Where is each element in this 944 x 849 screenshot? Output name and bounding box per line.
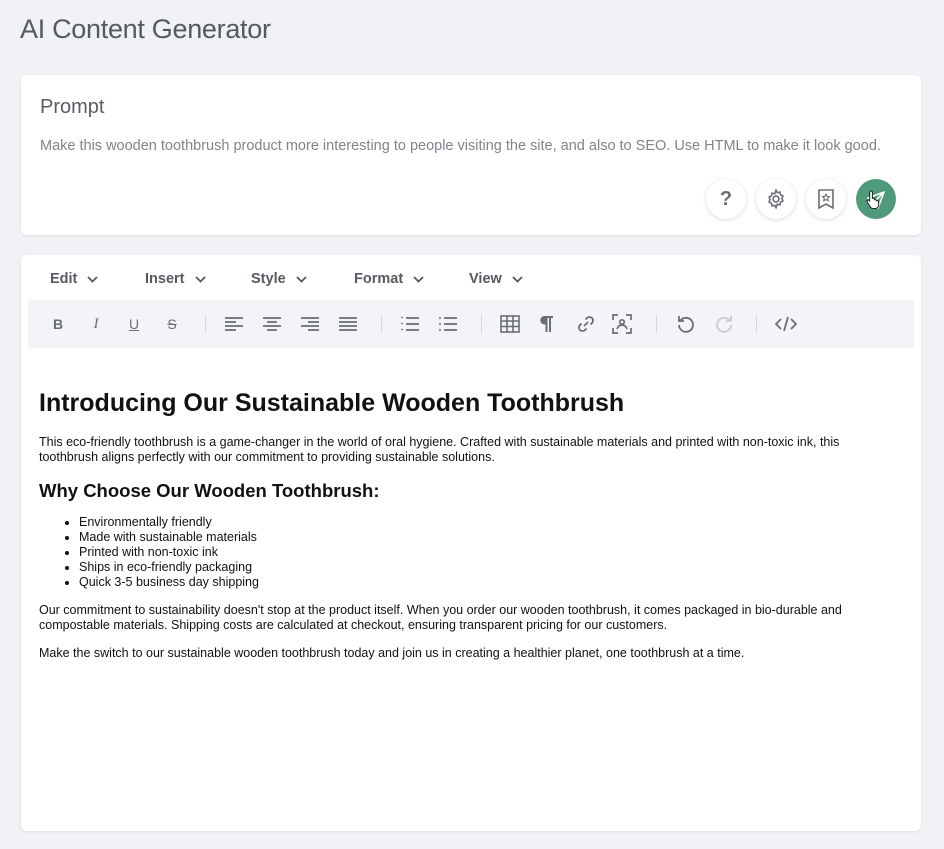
link-button[interactable]: [574, 312, 598, 336]
numbered-list-icon: [401, 316, 419, 331]
align-left-button[interactable]: [222, 312, 246, 336]
content-intro: This eco-friendly toothbrush is a game-c…: [39, 435, 840, 464]
list-item: Quick 3-5 business day shipping: [79, 575, 899, 590]
prompt-label: Prompt: [40, 96, 105, 118]
numbered-list-button[interactable]: [398, 312, 422, 336]
strikethrough-icon: S: [167, 316, 177, 332]
menu-view-label: View: [469, 271, 502, 287]
align-justify-button[interactable]: [336, 312, 360, 336]
page-title: AI Content Generator: [20, 14, 271, 44]
content-paragraph: Make the switch to our sustainable woode…: [39, 646, 745, 660]
menu-style[interactable]: Style: [251, 271, 307, 287]
bold-button[interactable]: B: [46, 312, 70, 336]
undo-icon: [678, 316, 694, 333]
italic-button[interactable]: I: [84, 312, 108, 336]
paragraph-icon: [540, 316, 553, 332]
list-item: Ships in eco-friendly packaging: [79, 560, 899, 575]
redo-icon: [716, 316, 732, 333]
settings-button[interactable]: [756, 179, 796, 219]
table-button[interactable]: [498, 312, 522, 336]
menu-insert[interactable]: Insert: [145, 271, 206, 287]
settings-icon: [768, 188, 784, 210]
chevron-down-icon: [413, 275, 424, 283]
underline-icon: U: [128, 316, 140, 332]
chevron-down-icon: [296, 275, 307, 283]
menu-view[interactable]: View: [469, 271, 523, 287]
content-heading: Introducing Our Sustainable Wooden Tooth…: [39, 389, 625, 417]
image-icon: [612, 314, 632, 334]
undo-button[interactable]: [674, 312, 698, 336]
help-icon: ?: [719, 187, 733, 210]
list-item: Environmentally friendly: [79, 515, 899, 530]
chevron-down-icon: [512, 275, 523, 283]
align-justify-icon: [339, 317, 357, 331]
toolbar-divider: [381, 315, 382, 333]
list-item: Printed with non-toxic ink: [79, 545, 899, 560]
align-right-button[interactable]: [298, 312, 322, 336]
chevron-down-icon: [87, 275, 99, 283]
bold-icon: B: [52, 316, 64, 332]
toolbar-divider: [205, 315, 206, 333]
list-item: Made with sustainable materials: [79, 530, 899, 545]
bullet-list-icon: [439, 317, 457, 331]
align-left-icon: [225, 317, 243, 331]
toolbar-divider: [756, 315, 757, 333]
editor-content[interactable]: Introducing Our Sustainable Wooden Tooth…: [39, 388, 899, 674]
paragraph-button[interactable]: [534, 312, 558, 336]
menu-insert-label: Insert: [145, 271, 185, 287]
send-button[interactable]: [856, 179, 896, 219]
editor-card: Edit Insert Style Format View B I U S In…: [21, 255, 921, 831]
content-subheading: Why Choose Our Wooden Toothbrush:: [39, 480, 380, 501]
help-button[interactable]: ?: [706, 179, 746, 219]
prompt-input[interactable]: Make this wooden toothbrush product more…: [40, 137, 900, 155]
feature-list: Environmentally friendly Made with susta…: [79, 515, 899, 590]
italic-icon: I: [93, 315, 99, 332]
cursor-hand-icon: [866, 190, 880, 209]
image-button[interactable]: [610, 312, 634, 336]
align-center-icon: [263, 317, 281, 331]
editor-toolbar: B I U S: [28, 300, 914, 348]
redo-button[interactable]: [712, 312, 736, 336]
link-icon: [578, 316, 594, 332]
toolbar-divider: [656, 315, 657, 333]
toolbar-divider: [481, 315, 482, 333]
underline-button[interactable]: U: [122, 312, 146, 336]
menu-edit-label: Edit: [50, 271, 78, 287]
editor-menubar: Edit Insert Style Format View: [21, 255, 921, 301]
menu-format-label: Format: [354, 271, 404, 287]
menu-format[interactable]: Format: [354, 271, 424, 287]
menu-style-label: Style: [251, 271, 286, 287]
prompt-card: Prompt Make this wooden toothbrush produ…: [21, 75, 921, 235]
code-icon: [775, 316, 797, 332]
strikethrough-button[interactable]: S: [160, 312, 184, 336]
menu-edit[interactable]: Edit: [50, 271, 99, 287]
source-code-button[interactable]: [774, 312, 798, 336]
align-center-button[interactable]: [260, 312, 284, 336]
bullet-list-button[interactable]: [436, 312, 460, 336]
content-paragraph: Our commitment to sustainability doesn't…: [39, 603, 842, 632]
bookmark-icon: [818, 189, 834, 210]
table-icon: [500, 315, 520, 333]
align-right-icon: [301, 317, 319, 331]
bookmark-button[interactable]: [806, 179, 846, 219]
chevron-down-icon: [194, 275, 206, 283]
